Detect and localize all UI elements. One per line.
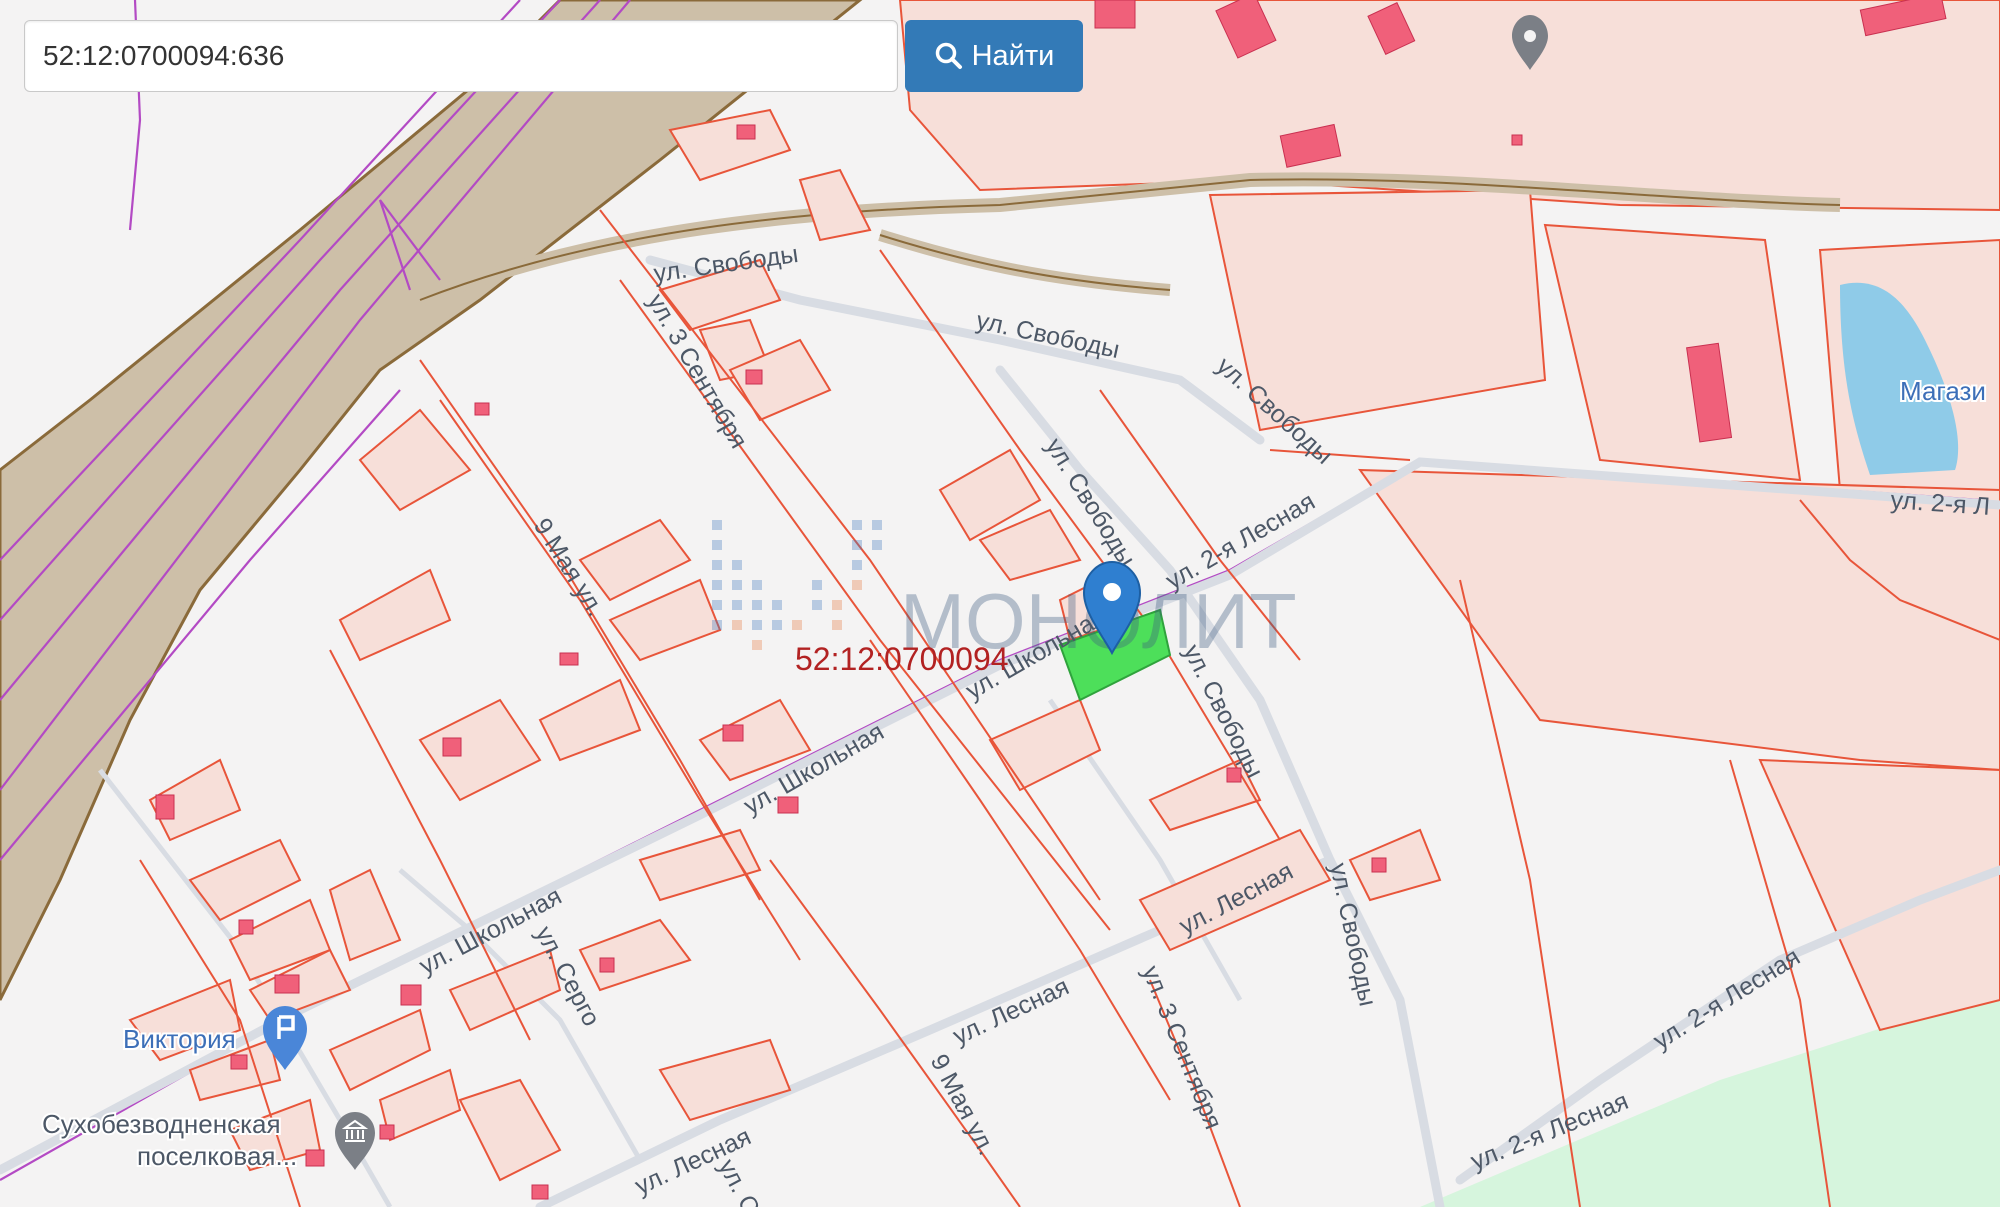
poi-viktoriya-label: Виктория <box>123 1024 236 1054</box>
cadastral-search-input[interactable] <box>24 20 898 92</box>
cadastral-map[interactable]: МОНОЛИТ ул. Свободы ул. Свободы ул. Своб… <box>0 0 2000 1207</box>
poi-library-label-line2: поселковая... <box>137 1141 297 1171</box>
poi-magazin-label[interactable]: Магази <box>1898 374 1988 408</box>
search-button[interactable]: Найти <box>905 20 1083 92</box>
parcel-number-label: 52:12:0700094 <box>795 641 1009 677</box>
poi-library-label-line1: Сухобезводненская <box>42 1109 281 1139</box>
search-button-label: Найти <box>971 39 1055 72</box>
search-icon <box>935 42 962 69</box>
